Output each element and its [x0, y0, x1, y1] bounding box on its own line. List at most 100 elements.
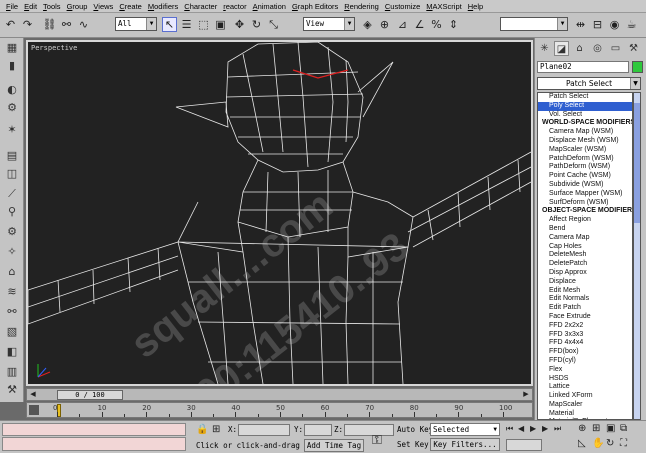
menu-rendering[interactable]: Rendering [341, 0, 382, 13]
time-slider[interactable]: ◀ 0 / 100 ▶ [26, 388, 533, 401]
set-key-button[interactable]: Set Key [397, 440, 429, 449]
time-slider-thumb[interactable]: 0 / 100 [57, 390, 123, 400]
go-to-end-icon[interactable]: ⏭ [554, 424, 561, 434]
tool-icon[interactable]: ✧ [3, 244, 21, 260]
menu-customize[interactable]: Customize [382, 0, 423, 13]
zoom-extents-icon[interactable]: ▣ [606, 423, 615, 434]
modifier-list-item[interactable]: Affect Region [538, 216, 632, 225]
reference-coordinate-dropdown[interactable]: View ▼ [303, 17, 355, 31]
modifier-list-item[interactable]: Disp Approx [538, 269, 632, 278]
motion-tab-icon[interactable]: ◎ [590, 41, 605, 56]
zoom-icon[interactable]: ⊕ [578, 423, 586, 434]
spinner-snap-icon[interactable]: ⇕ [446, 17, 461, 32]
select-by-name-icon[interactable]: ☰ [179, 17, 194, 32]
modifier-list-item[interactable]: Edit Mesh [538, 287, 632, 296]
modifier-list-item[interactable]: DeleteMesh [538, 251, 632, 260]
zoom-extents-all-icon[interactable]: ⧉ [620, 423, 627, 434]
modifier-list-item[interactable]: Subdivide (WSM) [538, 181, 632, 190]
modifier-list-item[interactable]: MaterialByElement [538, 418, 632, 419]
menu-views[interactable]: Views [90, 0, 116, 13]
menu-modifiers[interactable]: Modifiers [145, 0, 181, 13]
particles-icon[interactable]: ▧ [3, 324, 21, 340]
modifier-list-item[interactable]: Face Extrude [538, 313, 632, 322]
z-coordinate-field[interactable] [344, 424, 394, 436]
material-editor-icon[interactable]: ◉ [607, 17, 622, 32]
modifier-list-item[interactable]: FFD 2x2x2 [538, 322, 632, 331]
hierarchy-tab-icon[interactable]: ⌂ [572, 41, 587, 56]
modifier-list-item[interactable]: Linked XForm [538, 392, 632, 401]
render-icon[interactable]: ▥ [3, 364, 21, 380]
maxscript-output-mini[interactable] [2, 437, 186, 451]
menu-maxscript[interactable]: MAXScript [423, 0, 464, 13]
star-icon[interactable]: ✶ [3, 122, 21, 138]
go-to-start-icon[interactable]: ⏮ [506, 424, 513, 434]
modifier-list-item[interactable]: Poly Select [538, 101, 632, 111]
add-time-tag-button[interactable]: Add Time Tag [304, 439, 364, 452]
menu-character[interactable]: Character [181, 0, 220, 13]
menu-edit[interactable]: Edit [21, 0, 40, 13]
current-frame-field[interactable] [506, 439, 542, 451]
menu-reactor[interactable]: reactor [220, 0, 249, 13]
modifier-list-item[interactable]: Patch Select [538, 93, 632, 102]
absolute-mode-icon[interactable]: ⊞ [212, 424, 220, 435]
field-of-view-icon[interactable]: ◺ [578, 438, 586, 449]
align-icon[interactable]: ⊟ [590, 17, 605, 32]
gear-icon[interactable]: ⚙ [3, 224, 21, 240]
rectangular-selection-icon[interactable]: ⬚ [196, 17, 211, 32]
maxscript-listener-mini[interactable] [2, 423, 186, 436]
camera-icon[interactable]: ◧ [3, 344, 21, 360]
arc-rotate-icon[interactable]: ↻ [606, 438, 614, 449]
select-link-icon[interactable]: ⛓ [42, 17, 57, 32]
modifier-list-item[interactable]: FFD(cyl) [538, 357, 632, 366]
modifier-list-item[interactable]: Displace Mesh (WSM) [538, 137, 632, 146]
x-coordinate-field[interactable] [238, 424, 290, 436]
menu-tools[interactable]: Tools [40, 0, 64, 13]
mirror-icon[interactable]: ⇹ [573, 17, 588, 32]
modifier-list-item[interactable]: Vol. Select [538, 111, 632, 120]
menu-group[interactable]: Group [64, 0, 91, 13]
previous-frame-icon[interactable]: ◀ [518, 424, 524, 433]
key-mode-dropdown[interactable]: Selected ▼ [430, 423, 500, 436]
modifier-list-item[interactable]: Displace [538, 278, 632, 287]
modifier-list-dropdown[interactable]: Patch Select ▼ [537, 77, 641, 90]
select-object-icon[interactable]: ↖ [162, 17, 177, 32]
menu-graph-editors[interactable]: Graph Editors [289, 0, 341, 13]
selection-filter-dropdown[interactable]: All ▼ [115, 17, 157, 31]
modifier-list-item[interactable]: Flex [538, 366, 632, 375]
modifier-list-item[interactable]: Edit Normals [538, 295, 632, 304]
track-bar[interactable]: 0 10 20 30 40 50 60 70 80 90 100 [26, 402, 533, 418]
modifier-list-item[interactable]: Cap Holes [538, 243, 632, 252]
select-manipulate-icon[interactable]: ⊕ [377, 17, 392, 32]
next-frame-icon[interactable]: ▶ [542, 424, 548, 433]
modify-tab-icon[interactable]: ◪ [554, 41, 569, 56]
modifier-list-item[interactable]: MapScaler [538, 401, 632, 410]
menu-animation[interactable]: Animation [250, 0, 289, 13]
modifier-list-item[interactable]: FFD(box) [538, 348, 632, 357]
maximize-viewport-icon[interactable]: ⛶ [620, 438, 627, 449]
modifier-list-item[interactable]: Edit Patch [538, 304, 632, 313]
perspective-viewport[interactable]: Perspective squall....com 00:115410..93 [26, 40, 533, 386]
modifier-list-item[interactable]: Camera Map [538, 234, 632, 243]
modifier-list-item[interactable]: Material [538, 410, 632, 419]
display-tab-icon[interactable]: ▭ [608, 41, 623, 56]
zoom-all-icon[interactable]: ⊞ [592, 423, 600, 434]
modifier-list-item[interactable]: Point Cache (WSM) [538, 172, 632, 181]
angle-snap-icon[interactable]: ∠ [412, 17, 427, 32]
modifier-list-item[interactable]: HSDS [538, 375, 632, 384]
select-and-move-icon[interactable]: ✥ [232, 17, 247, 32]
window-crossing-icon[interactable]: ▣ [213, 17, 228, 32]
snap-toggle-icon[interactable]: ⊿ [395, 17, 410, 32]
modifier-list-scrollbar[interactable] [633, 92, 641, 420]
modifier-list-item[interactable]: FFD 3x3x3 [538, 331, 632, 340]
pivot-center-icon[interactable]: ◈ [360, 17, 375, 32]
unlink-icon[interactable]: ⚯ [59, 17, 74, 32]
modifier-list-item[interactable]: DeletePatch [538, 260, 632, 269]
menu-create[interactable]: Create [116, 0, 145, 13]
modifier-list-item[interactable]: Lattice [538, 383, 632, 392]
modifier-list-item[interactable]: PatchDeform (WSM) [538, 155, 632, 164]
group-icon[interactable]: ▤ [3, 148, 21, 164]
magnet-icon[interactable]: ⚲ [3, 204, 21, 220]
modifier-list-item[interactable]: SurfDeform (WSM) [538, 199, 632, 208]
curve-icon[interactable]: ≋ [3, 284, 21, 300]
modifier-list-item[interactable]: Camera Map (WSM) [538, 128, 632, 137]
